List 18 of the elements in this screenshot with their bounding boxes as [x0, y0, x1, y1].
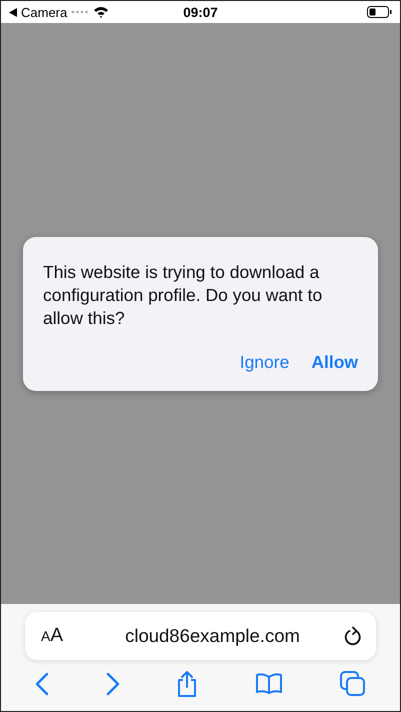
- battery-icon: [367, 6, 392, 18]
- address-bar[interactable]: AA cloud86example.com: [25, 612, 376, 660]
- back-triangle-icon[interactable]: [9, 8, 17, 16]
- ignore-button[interactable]: Ignore: [240, 350, 290, 374]
- wifi-icon: [93, 6, 110, 18]
- back-icon[interactable]: [35, 672, 50, 696]
- clock-time: 09:07: [183, 4, 218, 20]
- share-icon[interactable]: [176, 670, 198, 698]
- url-text: cloud86example.com: [124, 625, 301, 647]
- forward-icon[interactable]: [106, 672, 120, 696]
- reload-icon[interactable]: [344, 626, 362, 646]
- alert-message: This website is trying to download a configuration profile. Do you want to allow this?: [43, 260, 324, 330]
- book-icon[interactable]: [255, 673, 284, 695]
- back-app-label[interactable]: Camera: [21, 4, 68, 20]
- allow-button[interactable]: Allow: [311, 350, 358, 374]
- tabs-icon[interactable]: [340, 671, 366, 697]
- signal-icon: [71, 10, 90, 14]
- text-size-button[interactable]: AA: [41, 625, 81, 647]
